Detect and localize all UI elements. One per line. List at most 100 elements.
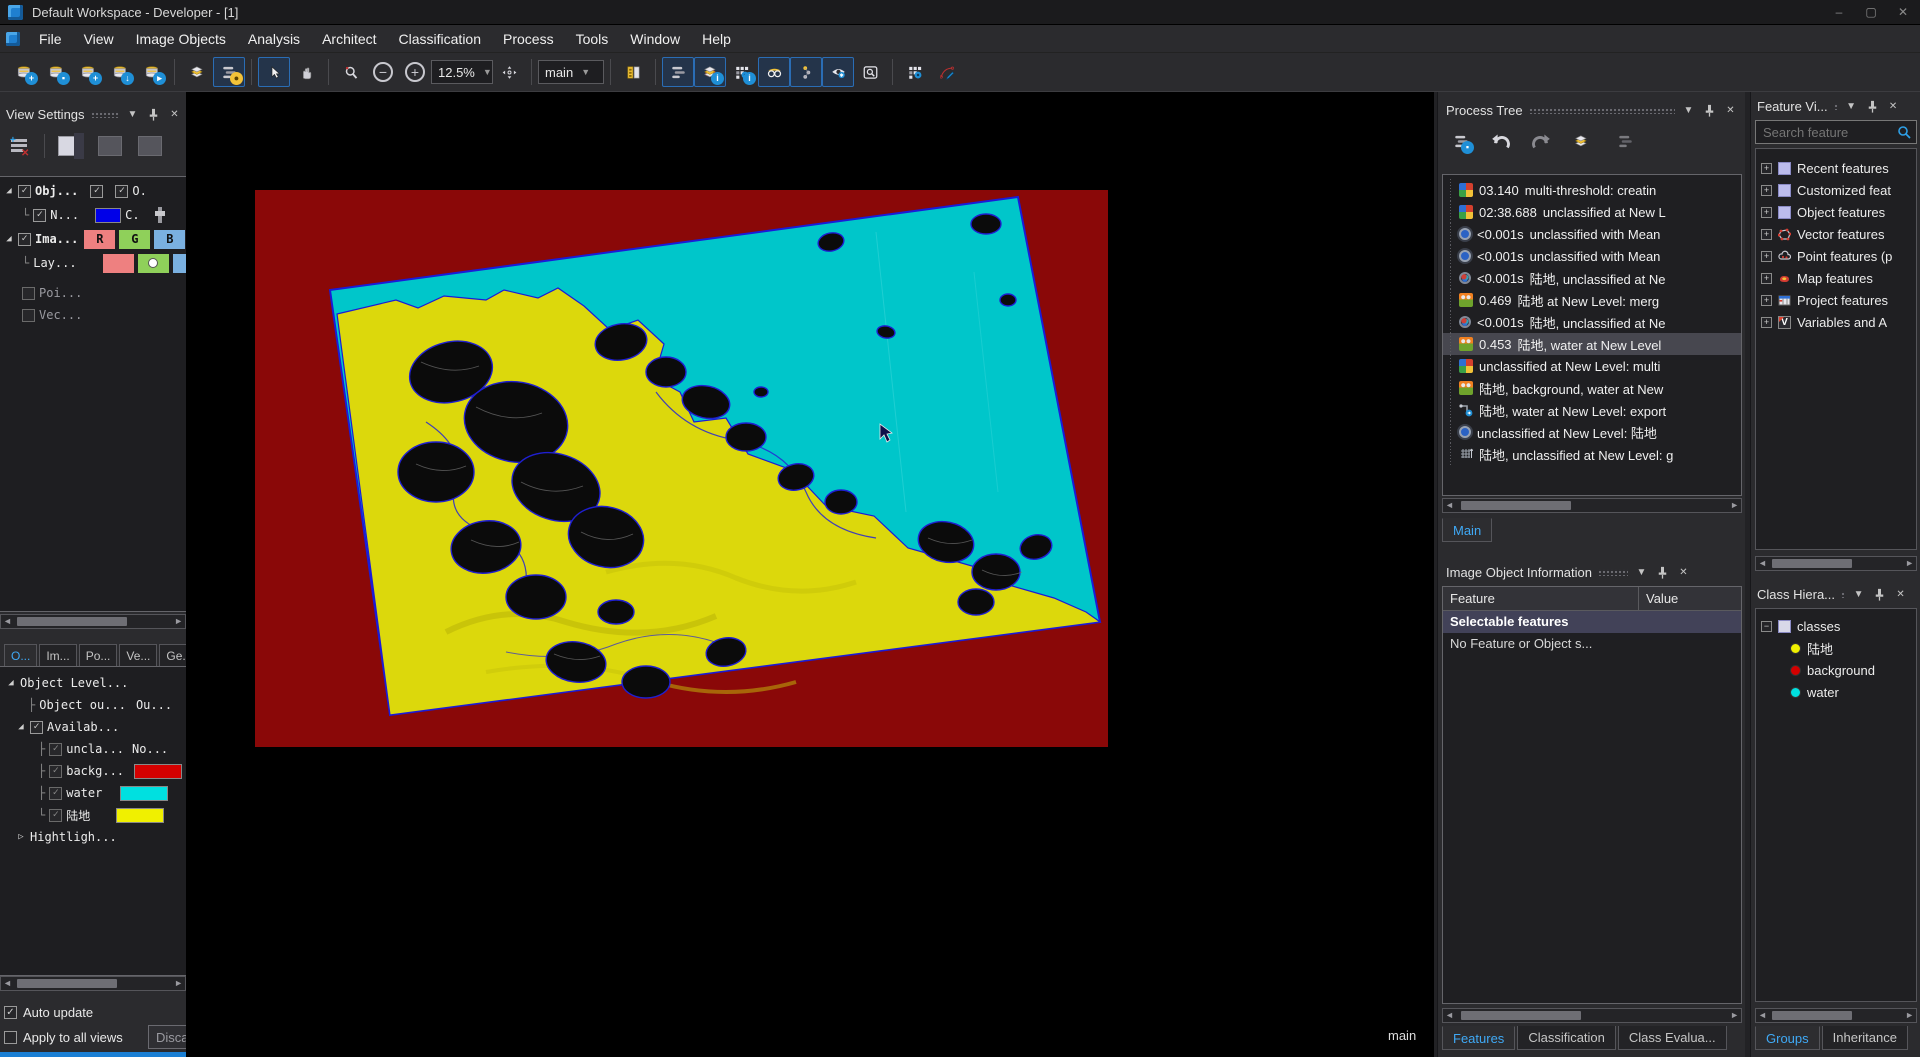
scroll-right-icon[interactable]: ► bbox=[174, 617, 183, 626]
panel-grip[interactable] bbox=[1834, 103, 1838, 110]
close-button[interactable]: ✕ bbox=[1894, 5, 1912, 19]
selectable-features-group-row[interactable]: Selectable features bbox=[1443, 611, 1741, 633]
view-settings-hscrollbar[interactable]: ◄ ► bbox=[0, 614, 186, 629]
tree-row-object-outline[interactable]: ├ Object ou... Ou... bbox=[28, 695, 172, 715]
tree-row-navigation[interactable]: └ ✓ N... C. bbox=[22, 205, 162, 225]
blue-channel-cell[interactable]: B bbox=[154, 230, 185, 249]
scroll-right-icon[interactable]: ► bbox=[1730, 1011, 1739, 1020]
chevron-down-icon[interactable]: ▼ bbox=[1851, 587, 1866, 602]
scroll-left-icon[interactable]: ◄ bbox=[3, 979, 12, 988]
menu-view[interactable]: View bbox=[73, 25, 125, 53]
scroll-left-icon[interactable]: ◄ bbox=[1445, 501, 1454, 510]
single-view-layout-button[interactable] bbox=[55, 132, 85, 160]
tab-features[interactable]: Features bbox=[1442, 1026, 1515, 1050]
tab-object[interactable]: O... bbox=[4, 644, 37, 666]
search-icon[interactable] bbox=[1897, 125, 1911, 139]
layer-mixing-button[interactable]: ● bbox=[213, 57, 245, 87]
feature-group-recent[interactable]: +Recent features bbox=[1756, 157, 1916, 179]
menu-tools[interactable]: Tools bbox=[565, 25, 620, 53]
class-row-water[interactable]: water bbox=[1756, 681, 1916, 703]
water-color-swatch[interactable] bbox=[120, 786, 168, 801]
classes-root-row[interactable]: − classes bbox=[1756, 615, 1916, 637]
checkbox[interactable]: ✓ bbox=[49, 809, 62, 822]
open-data-button[interactable]: ▸ bbox=[136, 57, 168, 87]
select-cursor-button[interactable] bbox=[258, 57, 290, 87]
process-row-selected[interactable]: 0.453陆地, water at New Level bbox=[1443, 333, 1741, 355]
scrollbar-thumb[interactable] bbox=[17, 617, 127, 626]
class-hierarchy-hscrollbar[interactable]: ◄ ► bbox=[1755, 1008, 1917, 1023]
checkbox[interactable]: ✓ bbox=[90, 185, 103, 198]
expand-plus-icon[interactable]: + bbox=[1761, 317, 1772, 328]
tree-row-object-level[interactable]: ◢ Object Level... bbox=[6, 673, 128, 693]
value-column-header[interactable]: Value bbox=[1639, 591, 1685, 606]
process-row[interactable]: <0.001sunclassified with Mean bbox=[1443, 245, 1741, 267]
menu-file[interactable]: File bbox=[28, 25, 73, 53]
viewport-map-tab[interactable]: main bbox=[1388, 1028, 1416, 1043]
scroll-right-icon[interactable]: ► bbox=[1730, 501, 1739, 510]
checkbox[interactable]: ✓ bbox=[115, 185, 128, 198]
process-row[interactable]: 陆地, water at New Level: export bbox=[1443, 399, 1741, 421]
menu-analysis[interactable]: Analysis bbox=[237, 25, 311, 53]
menu-classification[interactable]: Classification bbox=[388, 25, 492, 53]
scroll-right-icon[interactable]: ► bbox=[1905, 1011, 1914, 1020]
tab-vectors[interactable]: Ve... bbox=[119, 644, 157, 666]
tree-row-available[interactable]: ◢ ✓ Availab... bbox=[16, 717, 119, 737]
feature-column-header[interactable]: Feature bbox=[1443, 587, 1639, 611]
expander-collapsed-icon[interactable]: ▷ bbox=[16, 832, 26, 842]
process-row[interactable]: 02:38.688unclassified at New L bbox=[1443, 201, 1741, 223]
pin-icon[interactable] bbox=[1655, 565, 1670, 580]
tab-image[interactable]: Im... bbox=[39, 644, 76, 666]
feature-view-glasses-button[interactable] bbox=[758, 57, 790, 87]
close-icon[interactable]: ✕ bbox=[1676, 565, 1691, 580]
zoom-out-button[interactable]: − bbox=[367, 57, 399, 87]
copy-process-button[interactable] bbox=[1566, 126, 1596, 156]
checkbox[interactable] bbox=[22, 287, 35, 300]
tree-row-highlight[interactable]: ▷ Hightligh... bbox=[16, 827, 117, 847]
feature-group-variables[interactable]: +VVariables and A bbox=[1756, 311, 1916, 333]
image-viewport[interactable]: main bbox=[186, 92, 1434, 1057]
tree-row-image-data[interactable]: ◢ ✓ Ima... R G B Ra bbox=[4, 229, 204, 249]
tree-row-unclassified[interactable]: ├✓ uncla... No... bbox=[38, 739, 168, 759]
pan-hand-button[interactable] bbox=[290, 57, 322, 87]
menu-help[interactable]: Help bbox=[691, 25, 742, 53]
background-color-swatch[interactable] bbox=[134, 764, 182, 779]
process-row[interactable]: <0.001sunclassified with Mean bbox=[1443, 223, 1741, 245]
tree-row-land-class[interactable]: └✓ 陆地 bbox=[38, 805, 164, 825]
tree-row-background-class[interactable]: ├✓ backg... bbox=[38, 761, 182, 781]
tab-groups[interactable]: Groups bbox=[1755, 1026, 1820, 1050]
red-channel-cell[interactable]: R bbox=[84, 230, 115, 249]
dual-view-layout-button[interactable] bbox=[95, 132, 125, 160]
image-object-info-toggle-button[interactable]: i bbox=[726, 57, 758, 87]
pin-icon[interactable] bbox=[1702, 103, 1717, 118]
scrollbar-thumb[interactable] bbox=[1772, 559, 1852, 568]
tree-row-vectors[interactable]: Vec... bbox=[22, 305, 82, 325]
view-classification-button[interactable] bbox=[822, 57, 854, 87]
split-window-button[interactable] bbox=[617, 57, 649, 87]
redo-button[interactable] bbox=[1528, 130, 1552, 152]
scroll-right-icon[interactable]: ► bbox=[1905, 559, 1914, 568]
expand-plus-icon[interactable]: + bbox=[1761, 163, 1772, 174]
class-row-land[interactable]: 陆地 bbox=[1756, 637, 1916, 659]
maximize-button[interactable]: ▢ bbox=[1862, 5, 1880, 19]
add-data-button[interactable]: + bbox=[72, 57, 104, 87]
process-tree-hscrollbar[interactable]: ◄ ► bbox=[1442, 498, 1742, 513]
close-icon[interactable]: ✕ bbox=[1723, 103, 1738, 118]
menu-window[interactable]: Window bbox=[619, 25, 691, 53]
edit-polygon-button[interactable] bbox=[931, 57, 963, 87]
collapse-minus-icon[interactable]: − bbox=[1761, 621, 1772, 632]
feature-view-toggle-button[interactable]: i bbox=[694, 57, 726, 87]
panel-grip[interactable] bbox=[91, 111, 119, 118]
checkbox[interactable] bbox=[22, 309, 35, 322]
transparency-slider-icon[interactable] bbox=[158, 207, 162, 223]
samples-button[interactable] bbox=[790, 57, 822, 87]
panel-grip[interactable] bbox=[1841, 591, 1845, 598]
feature-group-point[interactable]: +Point features (p bbox=[1756, 245, 1916, 267]
expand-plus-icon[interactable]: + bbox=[1761, 295, 1772, 306]
map-select[interactable]: main ▼ bbox=[538, 60, 604, 84]
checkbox[interactable]: ✓ bbox=[49, 787, 62, 800]
zoom-level-select[interactable]: 12.5% ▼ bbox=[431, 60, 493, 84]
save-process-tree-button[interactable]: ▪ bbox=[1446, 126, 1476, 156]
process-row[interactable]: 陆地, background, water at New bbox=[1443, 377, 1741, 399]
process-row[interactable]: 03.140multi-threshold: creatin bbox=[1443, 179, 1741, 201]
image-layers-button[interactable] bbox=[181, 57, 213, 87]
